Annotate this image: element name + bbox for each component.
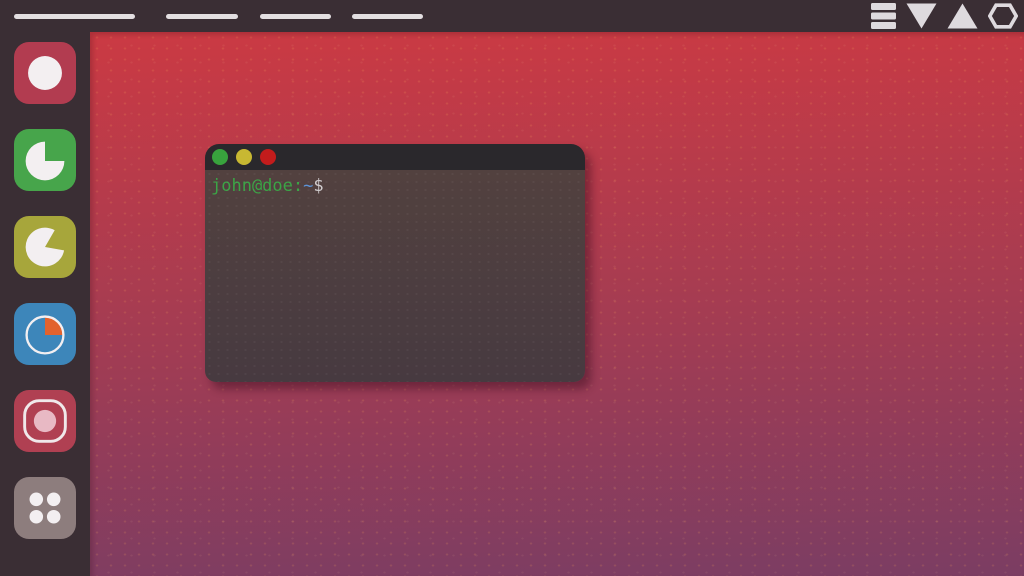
triangle-up-icon[interactable] — [947, 3, 978, 29]
hexagon-glyph — [988, 3, 1018, 29]
triangle-down-icon[interactable] — [906, 3, 937, 29]
terminal-body[interactable]: john@doe:~$ — [205, 170, 585, 382]
app-grid-app[interactable] — [14, 477, 76, 539]
hamburger-icon[interactable] — [871, 3, 896, 29]
pie-green-app[interactable] — [14, 129, 76, 191]
circle-app[interactable] — [14, 42, 76, 104]
triangle-down-glyph — [906, 3, 937, 29]
prompt-user-host: john@doe — [211, 176, 293, 196]
screen: john@doe:~$ — [0, 0, 1024, 576]
terminal-prompt: john@doe:~$ — [211, 176, 579, 197]
pie-chart-icon — [14, 303, 76, 365]
traffic-light-yellow[interactable] — [236, 149, 252, 165]
record-app[interactable] — [14, 390, 76, 452]
traffic-light-red[interactable] — [260, 149, 276, 165]
system-tray — [871, 3, 1024, 29]
prompt-path: ~ — [303, 176, 313, 196]
record-center-dot — [34, 410, 56, 432]
triangle-up-glyph — [947, 3, 978, 29]
menu-item-placeholder[interactable] — [352, 14, 423, 19]
desktop-wallpaper[interactable]: john@doe:~$ — [90, 32, 1024, 576]
traffic-light-green[interactable] — [212, 149, 228, 165]
pacman-icon — [14, 216, 76, 278]
menu-item-placeholder[interactable] — [14, 14, 135, 19]
dots-grid-icon — [14, 477, 76, 539]
record-icon — [14, 390, 76, 452]
terminal-window[interactable]: john@doe:~$ — [205, 144, 585, 382]
terminal-titlebar[interactable] — [205, 144, 585, 170]
menu-item-placeholder[interactable] — [166, 14, 238, 19]
prompt-symbol: $ — [313, 176, 323, 196]
pacman-app[interactable] — [14, 216, 76, 278]
prompt-separator: : — [293, 176, 303, 196]
pie-chart-app[interactable] — [14, 303, 76, 365]
hamburger-glyph — [871, 3, 896, 29]
launcher-sidebar — [0, 32, 90, 576]
top-bar — [0, 0, 1024, 32]
hexagon-icon[interactable] — [988, 3, 1018, 29]
menu-item-placeholder[interactable] — [260, 14, 331, 19]
pie-slice-icon — [14, 129, 76, 191]
white-circle-icon — [14, 42, 76, 104]
